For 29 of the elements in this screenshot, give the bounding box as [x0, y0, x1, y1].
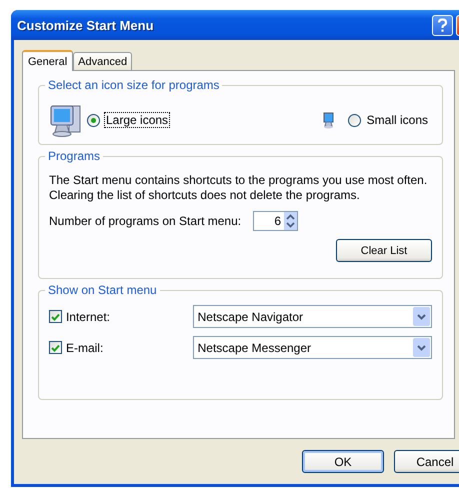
dropdown[interactable]: Netscape Navigator	[192, 305, 432, 328]
checkbox-label[interactable]: E-mail:	[66, 340, 193, 354]
window-title: Customize Start Menu	[17, 18, 155, 32]
number-spinner[interactable]: 6	[253, 211, 298, 231]
radio-label[interactable]: Small icons	[364, 112, 430, 128]
description-text: Clearing the list of shortcuts does not delete the programs.	[49, 188, 361, 203]
group-legend: Show on Start menu	[45, 283, 160, 297]
clear-list-button[interactable]: Clear List	[336, 239, 432, 262]
caret-icon	[417, 344, 426, 350]
dropdown[interactable]: Netscape Messenger	[192, 336, 432, 359]
description-text: The Start menu contains shortcuts to the programs you use most often.	[49, 173, 428, 188]
tab[interactable]: Advanced	[73, 52, 132, 70]
field-label: Number of programs on Start menu:	[49, 214, 242, 228]
radio-button[interactable]	[87, 114, 100, 126]
group-legend: Programs	[45, 149, 104, 163]
radio-label[interactable]: Large icons	[104, 112, 170, 128]
up-down-arrows-icon	[286, 214, 296, 228]
tab[interactable]: General	[22, 50, 74, 71]
computer-icon	[322, 112, 334, 128]
checkbox-label[interactable]: Internet:	[66, 310, 193, 324]
checkbox[interactable]	[49, 341, 62, 354]
dialog-button[interactable]: Cancel	[394, 450, 459, 473]
help-button[interactable]	[432, 14, 453, 36]
question-mark-icon	[437, 18, 448, 32]
checkbox[interactable]	[49, 310, 62, 323]
caret-icon	[417, 314, 426, 320]
radio-button[interactable]	[348, 114, 361, 126]
group-legend: Select an icon size for programs	[45, 78, 222, 92]
dialog-button[interactable]: OK	[302, 450, 384, 473]
